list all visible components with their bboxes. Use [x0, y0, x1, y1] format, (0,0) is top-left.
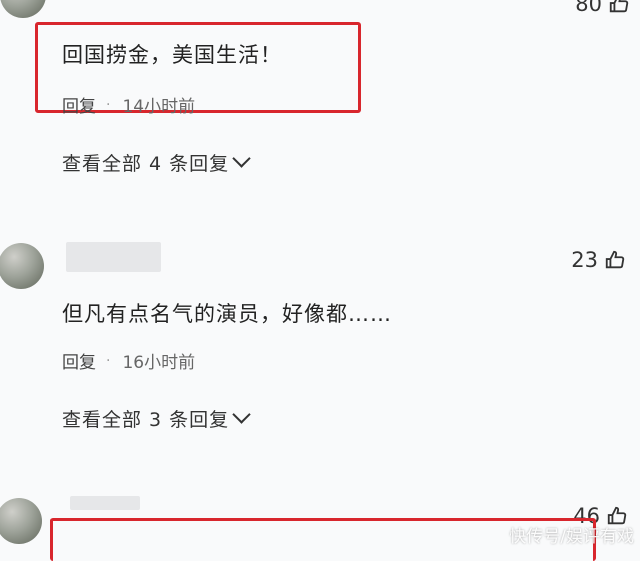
chevron-down-icon	[232, 405, 251, 424]
thumbs-up-icon	[605, 250, 625, 269]
username-blurred[interactable]	[66, 242, 161, 272]
chevron-down-icon	[232, 149, 251, 168]
reply-button[interactable]: 回复	[62, 92, 96, 117]
comment-text: 但凡有点名气的演员，好像都……	[62, 302, 392, 326]
thumbs-up-icon	[609, 0, 629, 13]
view-replies-label: 查看全部 3 条回复	[62, 409, 230, 431]
comment-meta: 回复 · 16小时前	[62, 348, 196, 374]
separator-dot: ·	[106, 96, 111, 113]
like-button[interactable]: 23	[571, 248, 626, 272]
reply-button[interactable]: 回复	[62, 348, 96, 373]
like-count: 23	[571, 248, 598, 272]
separator-dot: ·	[106, 352, 111, 369]
watermark: 快传号/娱评有戏	[509, 527, 634, 547]
avatar[interactable]	[0, 0, 46, 18]
view-replies-button[interactable]: 查看全部 4 条回复	[62, 149, 251, 176]
like-count: 80	[575, 0, 602, 16]
view-replies-label: 查看全部 4 条回复	[62, 153, 230, 175]
comment-meta: 回复 · 14小时前	[62, 92, 196, 118]
comment-text: 回国捞金，美国生活！	[62, 43, 282, 67]
avatar[interactable]	[0, 243, 44, 289]
username-blurred[interactable]	[70, 496, 140, 510]
avatar[interactable]	[0, 498, 42, 544]
like-button[interactable]: 80	[575, 0, 630, 16]
view-replies-button[interactable]: 查看全部 3 条回复	[62, 405, 251, 432]
timestamp: 14小时前	[122, 97, 196, 117]
timestamp: 16小时前	[122, 353, 196, 373]
